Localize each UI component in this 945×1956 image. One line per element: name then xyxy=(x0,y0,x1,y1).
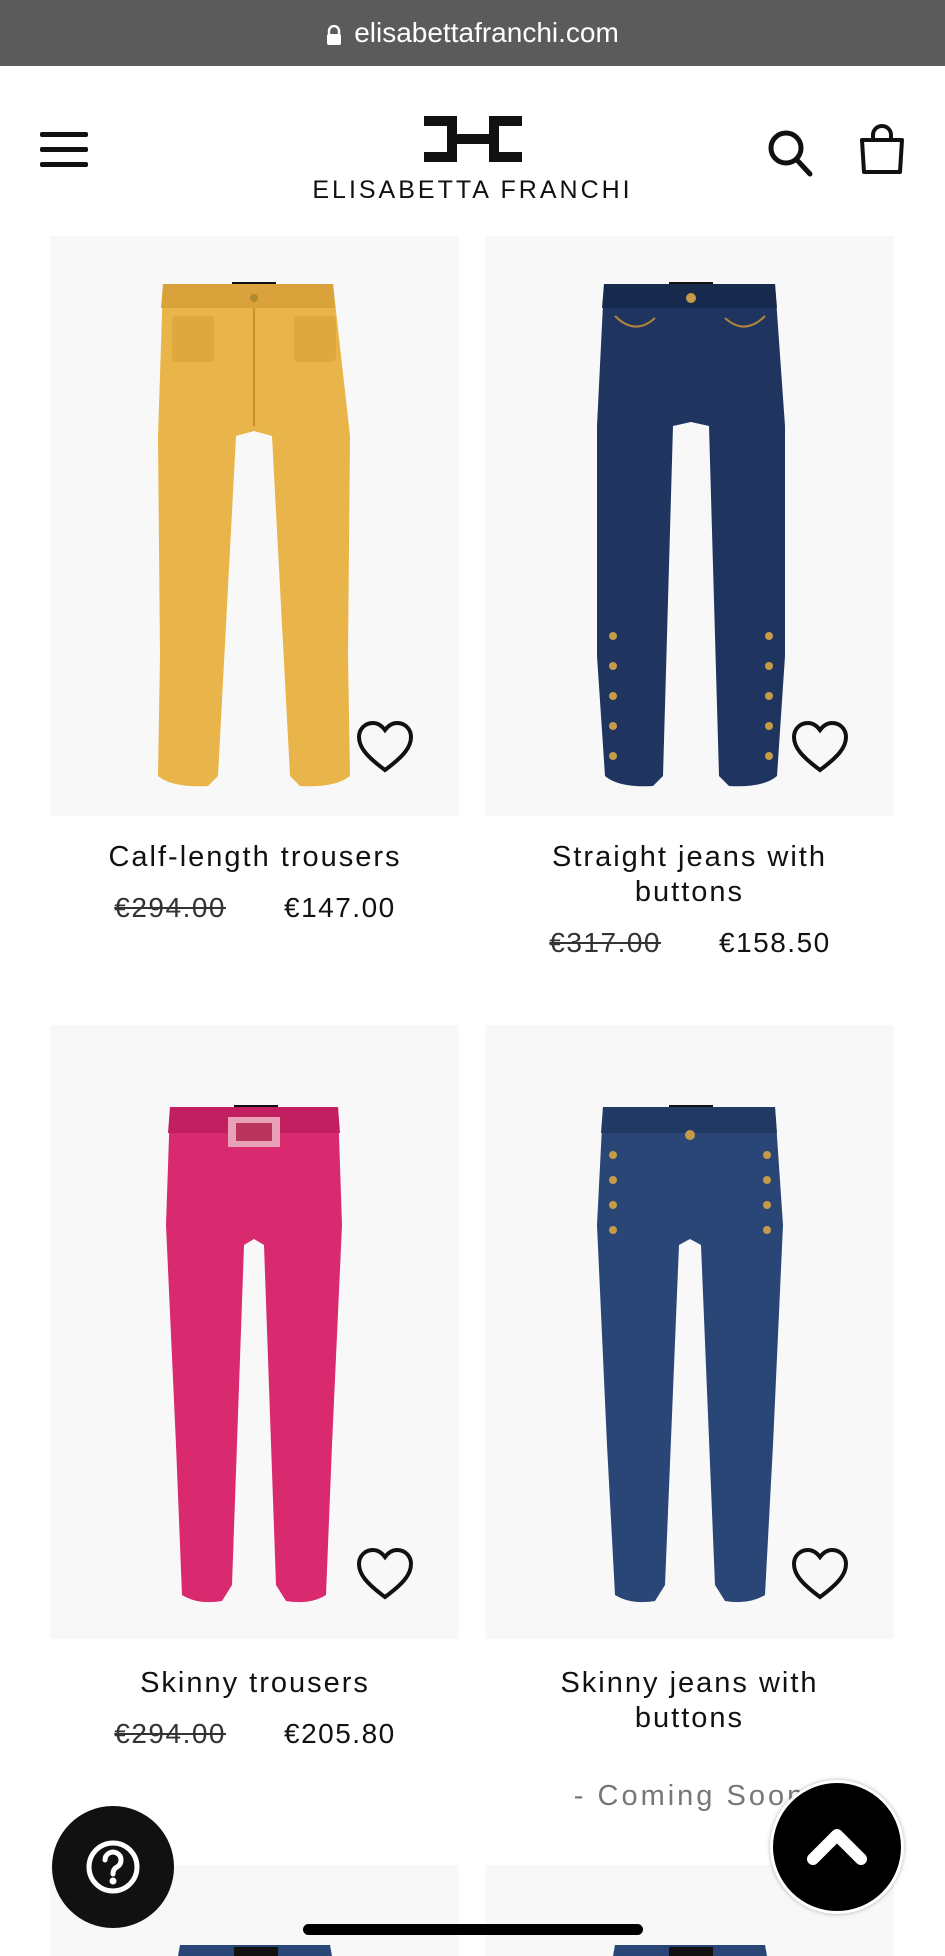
heart-icon[interactable] xyxy=(356,720,414,774)
lock-icon xyxy=(327,25,342,45)
original-price: €294.00 xyxy=(114,892,226,923)
help-button[interactable] xyxy=(52,1806,174,1928)
search-icon[interactable] xyxy=(766,128,814,178)
product-title[interactable]: Calf-length trousers xyxy=(50,840,460,875)
original-price: €294.00 xyxy=(114,1718,226,1749)
product-title[interactable]: Skinny jeans with buttons xyxy=(485,1666,894,1736)
brand-logo xyxy=(423,116,522,162)
sale-price: €147.00 xyxy=(284,892,396,923)
shopping-bag-icon[interactable] xyxy=(858,124,906,176)
brand-name: ELISABETTA FRANCHI xyxy=(312,176,633,204)
product-card[interactable] xyxy=(50,1025,459,1639)
product-card[interactable] xyxy=(50,236,459,816)
browser-url-bar[interactable]: elisabettafranchi.com xyxy=(0,0,945,66)
product-prices: €294.00 €205.80 xyxy=(50,1718,460,1750)
site-header: ELISABETTA FRANCHI xyxy=(0,66,945,236)
url-text: elisabettafranchi.com xyxy=(354,17,619,48)
product-title[interactable]: Skinny trousers xyxy=(50,1666,460,1701)
sale-price: €205.80 xyxy=(284,1718,396,1749)
home-indicator[interactable] xyxy=(303,1924,643,1935)
sale-price: €158.50 xyxy=(719,927,831,958)
heart-icon[interactable] xyxy=(791,1547,849,1601)
product-card[interactable] xyxy=(485,236,894,816)
product-prices: €317.00 €158.50 xyxy=(485,927,895,959)
back-to-top-button[interactable] xyxy=(770,1780,904,1914)
product-title[interactable]: Straight jeans with buttons xyxy=(485,840,894,910)
product-prices: €294.00 €147.00 xyxy=(50,892,460,924)
help-icon xyxy=(86,1840,140,1894)
product-card[interactable] xyxy=(485,1025,894,1639)
original-price: €317.00 xyxy=(549,927,661,958)
chevron-up-icon xyxy=(807,1829,867,1865)
heart-icon[interactable] xyxy=(356,1547,414,1601)
heart-icon[interactable] xyxy=(791,720,849,774)
